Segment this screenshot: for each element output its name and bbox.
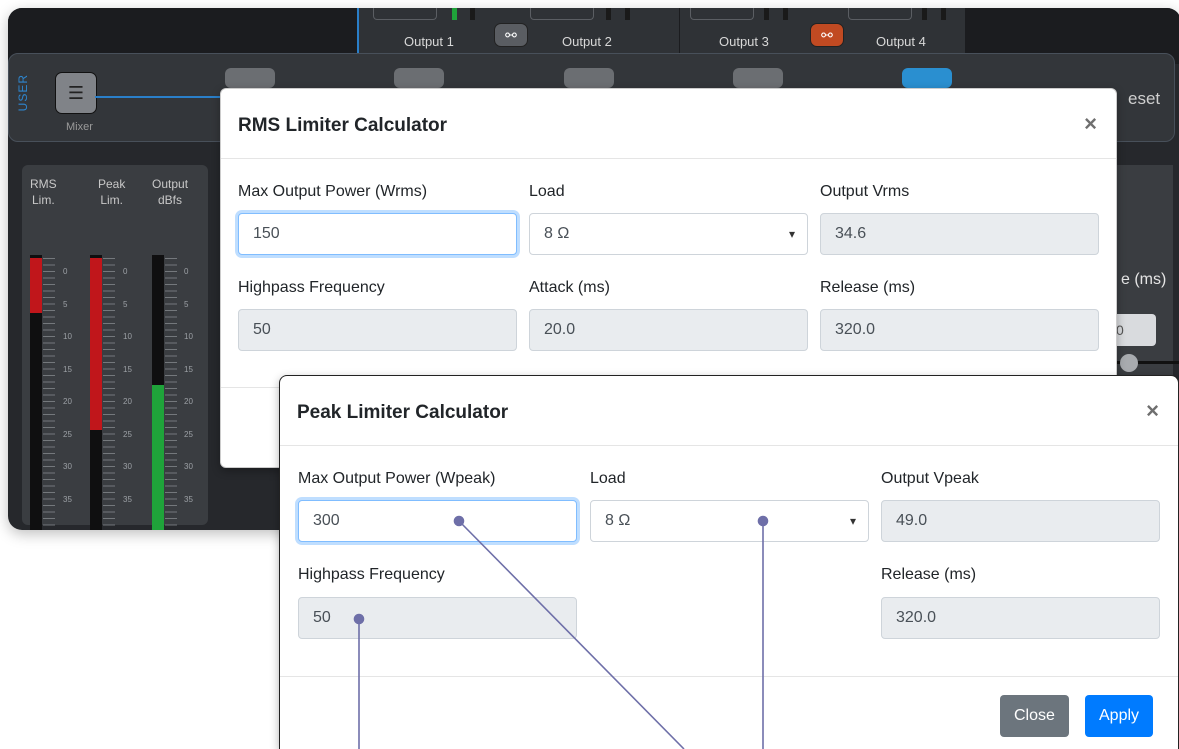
callout-annotations (353, 515, 769, 749)
callout-dot-highpass (353, 613, 365, 625)
callout-dot-max-power (453, 515, 465, 527)
callout-line-max-power (458, 520, 685, 749)
callout-dot-load (757, 515, 769, 527)
